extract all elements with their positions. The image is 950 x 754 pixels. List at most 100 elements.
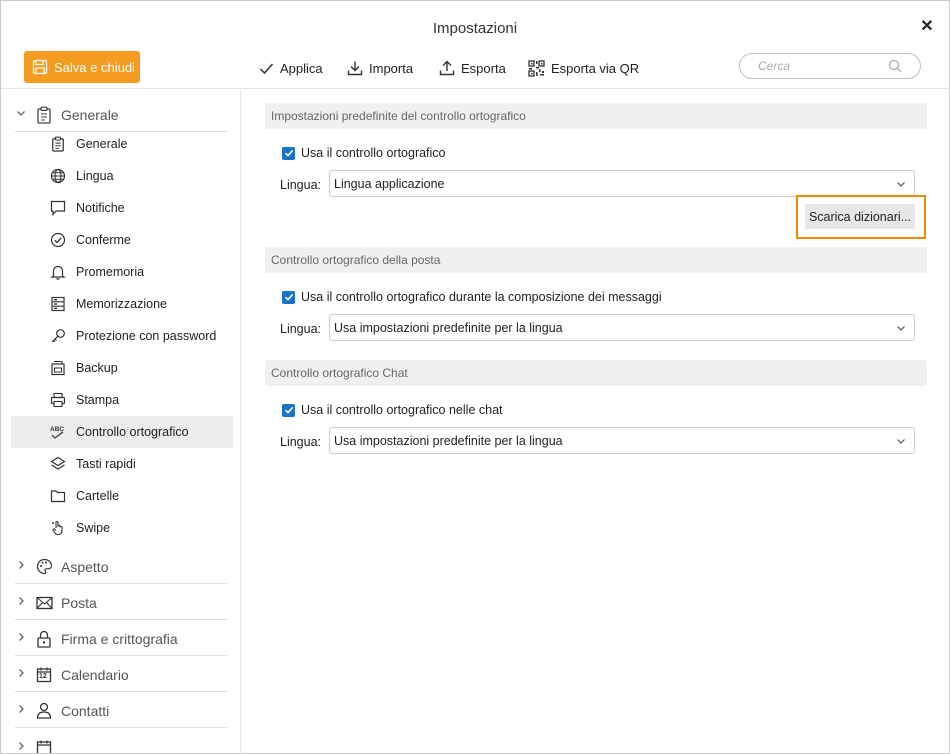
- sidebar-item-promemoria[interactable]: Promemoria: [11, 256, 233, 288]
- calendar-day-badge: 12: [39, 672, 47, 680]
- clipboard-icon: [35, 106, 53, 124]
- chevron-down-icon: [897, 182, 905, 187]
- select-value: Usa impostazioni predefinite per la ling…: [334, 433, 563, 448]
- calendar-icon: [35, 738, 53, 753]
- sidebar-item-label: Tasti rapidi: [76, 457, 136, 471]
- sidebar-group-label: Aspetto: [61, 558, 109, 575]
- sidebar-item-memorizzazione[interactable]: Memorizzazione: [11, 288, 233, 320]
- sidebar-item-conferme[interactable]: Conferme: [11, 224, 233, 256]
- sidebar-item-generale[interactable]: Generale: [11, 128, 233, 160]
- sidebar-item-label: Protezione con password: [76, 329, 217, 343]
- chat-language-select[interactable]: Usa impostazioni predefinite per la ling…: [329, 427, 915, 454]
- chevron-down-icon: [897, 439, 905, 444]
- chevron-down-icon: [897, 326, 905, 331]
- speech-bubble-icon: [49, 199, 67, 217]
- mail-spellcheck-checkbox[interactable]: Usa il controllo ortografico durante la …: [282, 290, 662, 304]
- import-button[interactable]: Importa: [347, 57, 413, 79]
- export-button[interactable]: Esporta: [439, 57, 506, 79]
- upload-icon: [439, 60, 455, 76]
- chevron-right-icon[interactable]: [15, 632, 27, 645]
- sidebar-group-firma-crittografia[interactable]: Firma e crittografia: [15, 622, 227, 656]
- sidebar-item-label: Generale: [76, 137, 128, 151]
- sidebar-item-label: Memorizzazione: [76, 297, 168, 311]
- sidebar-item-swipe[interactable]: Swipe: [11, 512, 233, 544]
- clipboard-icon: [49, 135, 67, 153]
- calendar-icon: 12: [35, 666, 53, 684]
- search-input[interactable]: [758, 59, 878, 73]
- checkbox-checked-icon[interactable]: [282, 290, 295, 304]
- apply-button[interactable]: Applica: [259, 57, 323, 79]
- lock-icon: [35, 630, 53, 648]
- search-box[interactable]: [739, 53, 921, 79]
- layers-icon: [49, 455, 67, 473]
- settings-window: Impostazioni ✕ Salva e chiudi Applica Im…: [0, 0, 950, 754]
- storage-icon: [49, 295, 67, 313]
- section-header-default: Impostazioni predefinite del controllo o…: [265, 103, 927, 129]
- sidebar-item-label: Conferme: [76, 233, 131, 247]
- search-icon[interactable]: [888, 59, 902, 73]
- download-icon: [347, 61, 363, 76]
- select-value: Lingua applicazione: [334, 176, 445, 191]
- sidebar-item-cartelle[interactable]: Cartelle: [11, 480, 233, 512]
- sidebar-item-label: Promemoria: [76, 265, 145, 279]
- sidebar-group-posta[interactable]: Posta: [15, 586, 227, 620]
- toolbar: Salva e chiudi Applica Importa Esporta E…: [1, 45, 949, 89]
- sidebar-group-calendario[interactable]: 12 Calendario: [15, 658, 227, 692]
- hand-pointer-icon: [49, 519, 67, 537]
- chevron-down-icon[interactable]: [15, 108, 27, 121]
- sidebar-item-label: Backup: [76, 361, 118, 375]
- sidebar-group-label: Contatti: [61, 702, 110, 719]
- sidebar-item-label: Swipe: [76, 521, 111, 535]
- sidebar-item-protezione-password[interactable]: Protezione con password: [11, 320, 233, 352]
- chat-spellcheck-checkbox[interactable]: Usa il controllo ortografico nelle chat: [282, 403, 503, 417]
- person-icon: [35, 702, 53, 720]
- sidebar-item-label: Lingua: [76, 169, 114, 183]
- sidebar-item-backup[interactable]: Backup: [11, 352, 233, 384]
- qr-code-icon: [528, 59, 545, 77]
- language-label: Lingua:: [280, 435, 322, 449]
- sidebar-item-controllo-ortografico[interactable]: ABC Controllo ortografico: [11, 416, 233, 448]
- sidebar-item-label: Notifiche: [76, 201, 125, 215]
- folder-icon: [49, 487, 67, 505]
- section-header-chat: Controllo ortografico Chat: [265, 360, 927, 386]
- sidebar-group-aspetto[interactable]: Aspetto: [15, 550, 227, 584]
- globe-icon: [49, 167, 67, 185]
- checkbox-label: Usa il controllo ortografico nelle chat: [301, 403, 503, 417]
- save-icon: [32, 59, 48, 75]
- chevron-right-icon[interactable]: [15, 596, 27, 609]
- chevron-right-icon[interactable]: [15, 668, 27, 681]
- sidebar-group-generale[interactable]: Generale: [15, 98, 227, 132]
- apply-button-label: Applica: [280, 60, 323, 76]
- sidebar-item-notifiche[interactable]: Notifiche: [11, 192, 233, 224]
- import-button-label: Importa: [369, 60, 414, 76]
- sidebar-item-tasti-rapidi[interactable]: Tasti rapidi: [11, 448, 233, 480]
- sidebar-group-partial[interactable]: [15, 730, 227, 754]
- sidebar-item-lingua[interactable]: Lingua: [11, 160, 233, 192]
- check-circle-icon: [49, 231, 67, 249]
- sidebar-group-label: Firma e crittografia: [61, 630, 178, 647]
- sidebar-group-label: Calendario: [61, 666, 129, 683]
- checkbox-checked-icon[interactable]: [282, 403, 295, 417]
- printer-icon: [49, 391, 67, 409]
- spellcheck-settings-panel: Impostazioni predefinite del controllo o…: [242, 90, 949, 753]
- mail-language-select[interactable]: Usa impostazioni predefinite per la ling…: [329, 314, 915, 341]
- sidebar-group-contatti[interactable]: Contatti: [15, 694, 227, 728]
- checkbox-checked-icon[interactable]: [282, 146, 295, 160]
- export-button-label: Esporta: [461, 60, 506, 76]
- save-and-close-button[interactable]: Salva e chiudi: [24, 51, 140, 83]
- chevron-right-icon[interactable]: [15, 704, 27, 717]
- download-dictionaries-button[interactable]: Scarica dizionari...: [805, 204, 915, 229]
- sidebar-item-label: Cartelle: [76, 489, 120, 503]
- checkbox-label: Usa il controllo ortografico: [301, 146, 446, 160]
- window-title: Impostazioni: [432, 20, 518, 37]
- use-spellcheck-checkbox[interactable]: Usa il controllo ortografico: [282, 146, 446, 160]
- default-language-select[interactable]: Lingua applicazione: [329, 170, 915, 197]
- chevron-right-icon[interactable]: [15, 560, 27, 573]
- sidebar-group-label: Posta: [61, 594, 97, 611]
- close-icon[interactable]: ✕: [919, 19, 935, 35]
- sidebar-group-label: Generale: [61, 106, 119, 123]
- spellcheck-icon: ABC: [49, 423, 67, 441]
- chevron-right-icon[interactable]: [15, 741, 27, 754]
- export-qr-button[interactable]: Esporta via QR: [528, 57, 639, 79]
- sidebar-item-stampa[interactable]: Stampa: [11, 384, 233, 416]
